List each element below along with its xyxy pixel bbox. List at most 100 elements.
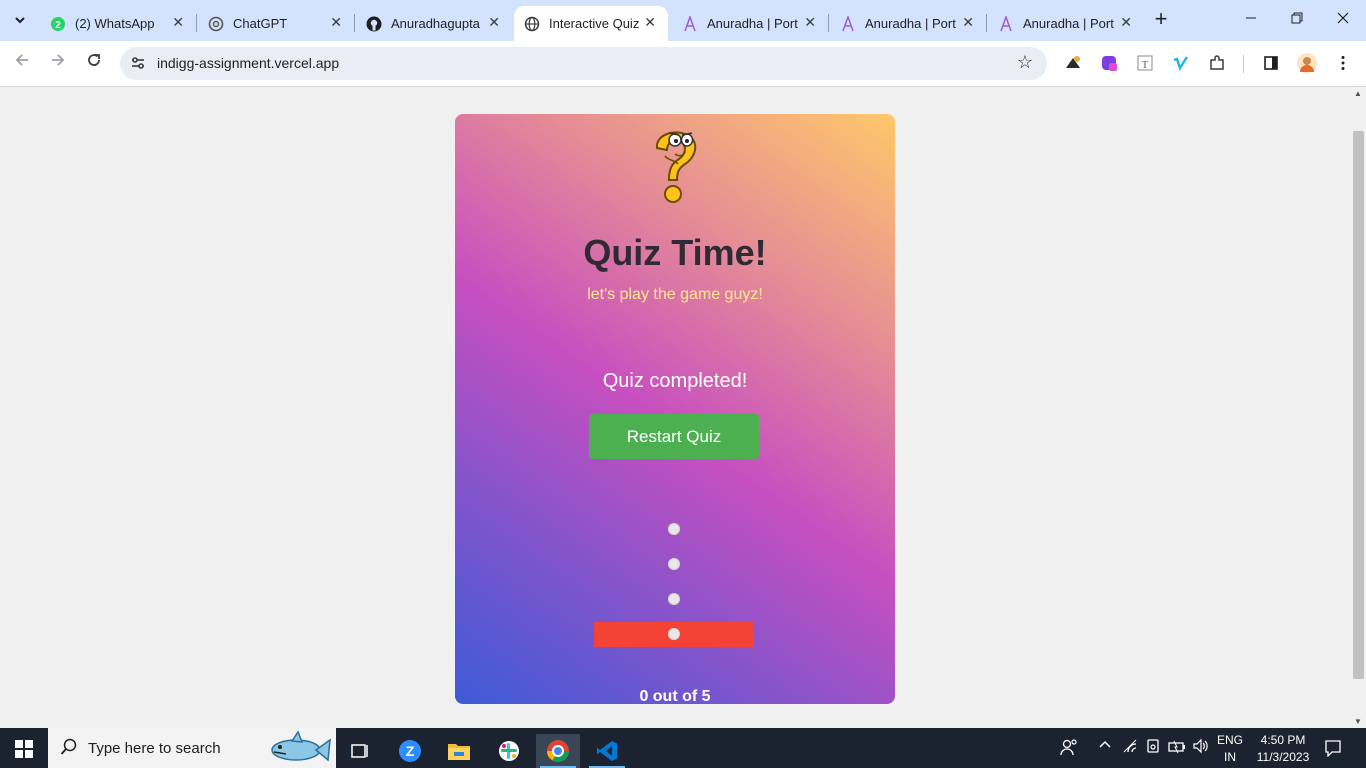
answer-option[interactable]: [594, 552, 754, 577]
restore-button[interactable]: [1274, 6, 1320, 34]
search-icon: [60, 738, 77, 755]
device-icon[interactable]: [1145, 738, 1161, 757]
page-scrollbar[interactable]: ▲ ▼: [1351, 87, 1366, 728]
close-icon[interactable]: ✕: [172, 14, 184, 31]
region-code: IN: [1224, 750, 1236, 764]
tab-chatgpt[interactable]: ChatGPT ✕: [198, 6, 354, 41]
browser-tab-strip: 2 (2) WhatsApp ✕ ChatGPT ✕ Anuradhagupta…: [0, 0, 1366, 41]
reload-button[interactable]: [82, 51, 106, 75]
browser-toolbar: indigg-assignment.vercel.app ☆ T: [0, 41, 1366, 87]
close-icon[interactable]: ✕: [488, 14, 500, 31]
answer-option-incorrect[interactable]: [594, 622, 754, 647]
vimeo-icon[interactable]: [1171, 53, 1191, 73]
volume-icon[interactable]: [1192, 738, 1210, 757]
radio-button[interactable]: [668, 523, 680, 535]
tab-portfolio[interactable]: Anuradha | Port ✕: [988, 6, 1144, 41]
portfolio-a-icon: [840, 15, 856, 32]
url-text[interactable]: indigg-assignment.vercel.app: [157, 55, 339, 71]
quiz-card: Quiz Time! let's play the game guyz! Qui…: [455, 114, 895, 704]
globe-icon: [524, 16, 540, 32]
quiz-subtitle: let's play the game guyz!: [587, 286, 763, 303]
tab-separator: [196, 14, 197, 32]
toolbar-divider: [1243, 55, 1244, 73]
tab-title: ChatGPT: [233, 16, 288, 31]
tab-github[interactable]: Anuradhagupta ✕: [356, 6, 512, 41]
forward-button[interactable]: [46, 51, 70, 75]
page-viewport: Quiz Time! let's play the game guyz! Qui…: [0, 87, 1351, 728]
close-window-button[interactable]: [1320, 6, 1366, 34]
github-icon: [366, 16, 382, 32]
radio-button[interactable]: [668, 593, 680, 605]
zoom-app-icon[interactable]: Z: [388, 734, 432, 768]
menu-dots-icon[interactable]: [1333, 53, 1353, 73]
radio-button[interactable]: [668, 558, 680, 570]
file-explorer-icon[interactable]: [437, 734, 481, 768]
chrome-taskbar-icon[interactable]: [536, 734, 580, 768]
new-tab-button[interactable]: +: [1150, 8, 1172, 32]
vscode-icon[interactable]: [585, 734, 629, 768]
side-panel-icon[interactable]: [1261, 53, 1281, 73]
close-icon: [1337, 12, 1349, 24]
close-icon[interactable]: ✕: [962, 14, 974, 31]
close-icon[interactable]: ✕: [644, 14, 656, 31]
extension-icon[interactable]: T: [1135, 53, 1155, 73]
task-view-icon[interactable]: [338, 734, 382, 768]
close-icon[interactable]: ✕: [330, 14, 342, 31]
back-button[interactable]: [10, 51, 34, 75]
tab-search-button[interactable]: [6, 7, 34, 33]
windows-start-icon[interactable]: [15, 740, 33, 758]
chevron-down-icon: [15, 17, 25, 24]
chevron-up-icon[interactable]: [1098, 738, 1112, 755]
tab-portfolio[interactable]: Anuradha | Port ✕: [672, 6, 828, 41]
avatar[interactable]: [1297, 53, 1317, 73]
svg-text:T: T: [1142, 59, 1149, 71]
tab-title: Interactive Quiz: [549, 16, 640, 31]
slack-icon[interactable]: [487, 734, 531, 768]
search-highlight-shark-icon: [271, 730, 331, 762]
language-code: ENG: [1216, 733, 1243, 747]
arrow-left-icon: [15, 54, 28, 66]
whatsapp-icon: 2: [50, 16, 66, 32]
extension-icon[interactable]: [1099, 53, 1119, 73]
answer-option[interactable]: [594, 587, 754, 612]
arrow-right-icon: [52, 54, 65, 66]
tab-title: (2) WhatsApp: [75, 16, 155, 31]
restore-icon: [1291, 12, 1303, 24]
tab-whatsapp[interactable]: 2 (2) WhatsApp ✕: [40, 6, 196, 41]
battery-icon[interactable]: [1168, 738, 1186, 757]
restart-quiz-button[interactable]: Restart Quiz: [589, 414, 759, 459]
scroll-down-arrow-icon[interactable]: ▼: [1354, 717, 1362, 726]
bookmark-star-icon[interactable]: ☆: [1017, 52, 1033, 73]
people-icon[interactable]: [1060, 738, 1078, 759]
windows-taskbar: Type here to search Z ENG IN 4:50 PM 11/…: [0, 728, 1366, 768]
wifi-icon[interactable]: [1122, 738, 1138, 757]
minimize-icon: [1246, 17, 1256, 19]
radio-button[interactable]: [668, 628, 680, 640]
tab-title: Anuradha | Port: [707, 16, 798, 31]
answer-option[interactable]: [594, 517, 754, 542]
close-icon[interactable]: ✕: [1120, 14, 1132, 31]
clock[interactable]: 4:50 PM 11/3/2023: [1252, 733, 1314, 764]
extension-icon[interactable]: [1063, 53, 1083, 73]
extensions-puzzle-icon[interactable]: [1207, 53, 1227, 73]
portfolio-a-icon: [682, 15, 698, 32]
tab-interactive-quiz[interactable]: Interactive Quiz ✕: [514, 6, 668, 41]
quiz-title: Quiz Time!: [583, 232, 767, 273]
reload-icon: [88, 54, 100, 66]
portfolio-a-icon: [998, 15, 1014, 32]
tab-separator: [828, 14, 829, 32]
scroll-up-arrow-icon[interactable]: ▲: [1354, 89, 1362, 98]
chatgpt-icon: [208, 16, 224, 32]
search-placeholder: Type here to search: [88, 740, 221, 757]
svg-text:2: 2: [55, 20, 61, 31]
site-settings-icon[interactable]: [130, 55, 146, 71]
close-icon[interactable]: ✕: [804, 14, 816, 31]
language-indicator[interactable]: ENG IN: [1214, 733, 1246, 764]
notifications-icon[interactable]: [1324, 739, 1342, 760]
tab-portfolio[interactable]: Anuradha | Port ✕: [830, 6, 986, 41]
clock-time: 4:50 PM: [1260, 733, 1306, 747]
address-bar[interactable]: indigg-assignment.vercel.app ☆: [120, 47, 1047, 80]
minimize-button[interactable]: [1228, 6, 1274, 34]
scrollbar-thumb[interactable]: [1353, 131, 1364, 679]
taskbar-search[interactable]: Type here to search: [48, 728, 336, 768]
